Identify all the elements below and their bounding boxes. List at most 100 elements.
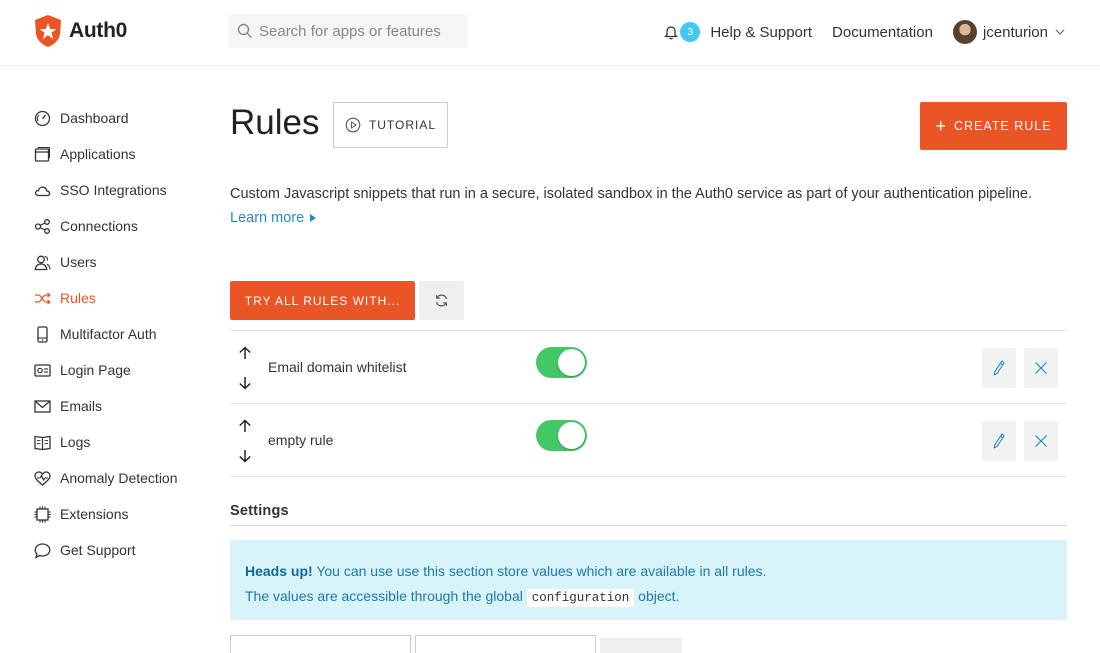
sidebar-item-label: Multifactor Auth (60, 326, 157, 342)
main-content: Rules TUTORIAL + CREATE RULE Custom Java… (230, 100, 1067, 653)
documentation-link[interactable]: Documentation (832, 24, 933, 41)
refresh-button[interactable] (419, 281, 464, 320)
rule-name[interactable]: empty rule (268, 432, 333, 448)
sidebar-item-login-page[interactable]: Login Page (34, 352, 204, 388)
tutorial-label: TUTORIAL (368, 118, 437, 132)
rule-row: Email domain whitelist (230, 331, 1067, 404)
try-all-rules-button[interactable]: TRY ALL RULES WITH... (230, 281, 415, 320)
sidebar-item-label: Get Support (60, 542, 136, 558)
info-alert: Heads up! You can use use this section s… (230, 540, 1067, 620)
bell-icon (664, 26, 679, 40)
caret-right-icon (310, 214, 317, 222)
delete-rule-button[interactable] (1024, 421, 1058, 461)
pencil-icon (993, 360, 1005, 376)
sidebar-item-connections[interactable]: Connections (34, 208, 204, 244)
alert-line-1: Heads up! You can use use this section s… (245, 559, 1052, 584)
applications-icon (34, 146, 51, 162)
create-rule-button[interactable]: + CREATE RULE (920, 102, 1067, 150)
setting-value-input[interactable] (416, 636, 595, 653)
sidebar-item-users[interactable]: Users (34, 244, 204, 280)
cloud-icon (34, 185, 51, 196)
arrow-down-icon[interactable] (238, 449, 252, 463)
sidebar-item-label: Extensions (60, 506, 129, 522)
mail-icon (34, 399, 51, 413)
delete-rule-button[interactable] (1024, 348, 1058, 388)
sidebar-item-label: Dashboard (60, 110, 129, 126)
sidebar-item-emails[interactable]: Emails (34, 388, 204, 424)
sidebar-nav: Dashboard Applications SSO Integrations … (34, 100, 204, 568)
page-description: Custom Javascript snippets that run in a… (230, 186, 1032, 202)
top-bar: Auth0 3 Help & Support Documentation jce… (0, 0, 1100, 66)
edit-rule-button[interactable] (982, 421, 1016, 461)
page-title: Rules (230, 103, 320, 142)
pencil-icon (993, 433, 1005, 449)
book-icon (34, 435, 51, 450)
alert-heading: Heads up! (245, 563, 313, 579)
sidebar-item-label: Applications (60, 146, 136, 162)
user-menu[interactable]: jcenturion (952, 20, 1066, 44)
username: jcenturion (982, 23, 1048, 41)
setting-key-input[interactable] (231, 636, 410, 653)
arrow-down-icon[interactable] (238, 376, 252, 390)
connections-icon (34, 218, 50, 234)
settings-heading: Settings (230, 503, 289, 519)
sidebar-item-dashboard[interactable]: Dashboard (34, 100, 204, 136)
rules-list: Email domain whitelist empty rule (230, 330, 1067, 477)
toggle-knob (558, 349, 585, 376)
alert-text-2: The values are accessible through the gl… (245, 588, 523, 604)
tutorial-button[interactable]: TUTORIAL (333, 102, 448, 148)
sidebar-item-label: Rules (60, 290, 96, 306)
edit-rule-button[interactable] (982, 348, 1016, 388)
sidebar-item-rules[interactable]: Rules (34, 280, 204, 316)
shuffle-icon (35, 292, 51, 304)
sidebar-item-extensions[interactable]: Extensions (34, 496, 204, 532)
phone-icon (37, 325, 48, 343)
arrow-up-icon[interactable] (238, 419, 252, 433)
notification-count-badge: 3 (680, 22, 701, 42)
reorder-controls (237, 346, 253, 390)
title-row: Rules TUTORIAL + CREATE RULE (230, 100, 1067, 150)
sidebar-item-label: Login Page (60, 362, 131, 378)
users-icon (34, 255, 51, 270)
search-input[interactable] (259, 22, 459, 40)
sidebar-item-applications[interactable]: Applications (34, 136, 204, 172)
sidebar-item-multifactor-auth[interactable]: Multifactor Auth (34, 316, 204, 352)
alert-line-2: The values are accessible through the gl… (245, 584, 1052, 611)
alert-text-1: You can use use this section store value… (316, 563, 767, 579)
alert-text-3: object. (638, 588, 680, 604)
learn-more-link[interactable]: Learn more (230, 210, 317, 226)
sidebar-item-label: Users (60, 254, 97, 270)
close-icon (1035, 362, 1047, 374)
setting-value-field[interactable] (415, 635, 596, 653)
auth0-shield-icon (35, 15, 61, 47)
sidebar-item-label: Logs (60, 434, 91, 450)
add-setting-button[interactable] (600, 638, 682, 653)
search-box[interactable] (228, 14, 468, 48)
sidebar-item-label: SSO Integrations (60, 182, 167, 198)
rule-name[interactable]: Email domain whitelist (268, 359, 407, 375)
rule-row: empty rule (230, 404, 1067, 477)
notifications-button[interactable]: 3 (664, 22, 701, 42)
help-support-link[interactable]: Help & Support (710, 24, 812, 41)
play-icon (345, 117, 361, 133)
create-rule-label: CREATE RULE (953, 119, 1052, 133)
sidebar-item-anomaly-detection[interactable]: Anomaly Detection (34, 460, 204, 496)
rule-enabled-toggle[interactable] (536, 420, 587, 451)
login-page-icon (34, 363, 51, 377)
sidebar-item-get-support[interactable]: Get Support (34, 532, 204, 568)
rule-enabled-toggle[interactable] (536, 347, 587, 378)
avatar (952, 20, 977, 44)
arrow-up-icon[interactable] (238, 346, 252, 360)
header-actions: 3 Help & Support Documentation jcenturio… (664, 16, 1066, 48)
auth0-logo[interactable]: Auth0 (33, 14, 127, 48)
sidebar-item-label: Anomaly Detection (60, 470, 178, 486)
search-icon (237, 23, 252, 38)
setting-key-field[interactable] (230, 635, 411, 653)
toggle-knob (558, 422, 585, 449)
settings-divider (230, 525, 1067, 526)
configuration-code: configuration (526, 589, 635, 607)
sidebar-item-logs[interactable]: Logs (34, 424, 204, 460)
chevron-down-icon (1055, 29, 1065, 35)
refresh-icon (435, 294, 448, 307)
sidebar-item-sso-integrations[interactable]: SSO Integrations (34, 172, 204, 208)
